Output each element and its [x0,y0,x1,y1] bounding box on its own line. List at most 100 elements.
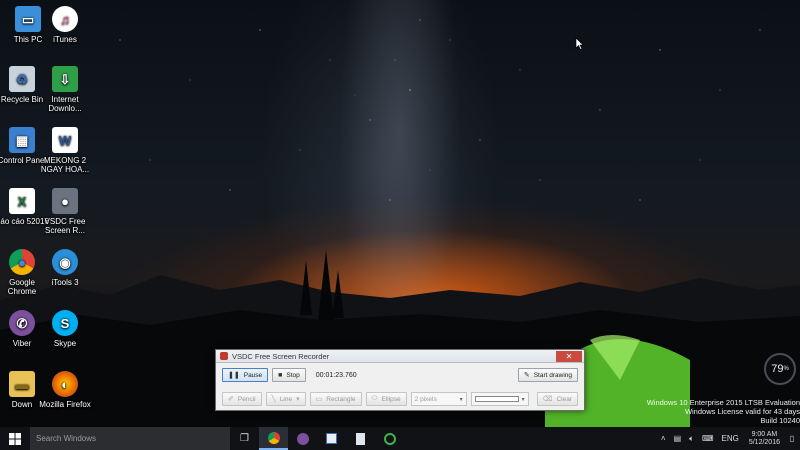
desktop-icon-label: MEKONG 2 NGAY HOA... [40,156,90,174]
chevron-up-icon[interactable]: ˄ [661,434,666,443]
desktop-icon-label: VSDC Free Screen R... [44,217,86,235]
mouse-cursor-icon [575,37,584,50]
line-icon: ╲ [271,396,276,403]
rectangle-icon: ▭ [315,396,323,403]
firefox-icon: ◐ [52,371,78,397]
chevron-down-icon: ▾ [296,396,300,403]
viber-icon: ✆ [9,310,35,336]
rectangle-label: Rectangle [326,395,356,403]
taskbar-vsdc[interactable] [317,427,346,450]
vsdc-title-bar[interactable]: VSDC Free Screen Recorder ✕ [216,350,584,363]
itools-icon: ◉ [52,249,78,275]
watermark-build: Build 10240 [760,416,800,425]
desktop-icon-label: iTools 3 [51,278,79,287]
color-select[interactable]: ▾ [470,392,529,406]
desktop-icon-mekong-document[interactable]: W MEKONG 2 NGAY HOA... [37,127,93,174]
vsdc-icon: ● [52,188,78,214]
keyboard-icon[interactable]: ⌨︎ [702,434,714,443]
task-view-icon: ❐ [240,433,249,444]
ellipse-icon: ⬭ [371,395,378,402]
pencil-label: Pencil [237,395,256,403]
vsdc-drawing-tools: ✐ Pencil ╲ Line ▾ ▭ Rectangle ⬭ Ellipse … [222,391,578,407]
system-tray: ˄ ▤ 🔈︎ ⌨︎ ENG 9:00 AM 5/12/2016 ▯ [657,427,800,450]
volume-icon[interactable]: 🔈︎ [689,434,694,444]
ellipse-button[interactable]: ⬭ Ellipse [365,392,407,406]
clock-date: 5/12/2016 [748,438,780,446]
itunes-icon: ♫ [52,6,78,32]
desktop-icon-vsdc[interactable]: ● VSDC Free Screen R... [37,188,93,235]
palette-icon: ✎ [523,372,530,379]
vsdc-recording-controls: ❚❚ Pause ■ Stop 00:01:23.760 ✎ Start dra… [222,367,578,383]
pause-button[interactable]: ❚❚ Pause [222,368,269,382]
stop-label: Stop [286,371,300,379]
vsdc-window-title: VSDC Free Screen Recorder [232,351,330,361]
chevron-down-icon: ▾ [459,396,463,403]
taskbar: Search Windows ❐ ˄ ▤ 🔈︎ ⌨︎ ENG 9:00 AM 5… [0,427,800,450]
chevron-down-icon: ▾ [521,396,525,403]
desktop-icon-label: Mozilla Firefox [39,400,91,409]
line-label: Line [279,395,293,403]
folder-icon: ▬ [9,371,35,397]
desktop-icon-itunes[interactable]: ♫ iTunes [37,6,93,44]
rectangle-button[interactable]: ▭ Rectangle [309,392,362,406]
language-indicator[interactable]: ENG [722,434,739,443]
taskbar-document[interactable] [346,427,375,450]
recording-timer: 00:01:23.760 [315,371,357,379]
notification-icon[interactable]: ▯ [784,434,800,443]
clear-button[interactable]: ⌫ Clear [536,392,578,406]
vsdc-icon [326,433,337,444]
close-button[interactable]: ✕ [556,350,582,362]
taskbar-recorder[interactable] [375,427,404,450]
search-placeholder: Search Windows [36,434,97,443]
clear-label: Clear [556,395,572,403]
pause-icon: ❚❚ [228,372,240,379]
search-input[interactable]: Search Windows [30,427,230,450]
desktop-icon-skype[interactable]: S Skype [37,310,93,348]
viber-icon [296,432,309,445]
windows-activation-watermark: Windows 10 Enterprise 2015 LTSB Evaluati… [640,398,800,425]
skype-icon: S [52,310,78,336]
desktop-icon-itools[interactable]: ◉ iTools 3 [37,249,93,287]
watermark-license: Windows License valid for 43 days [684,407,800,416]
document-icon [356,432,365,445]
line-width-select[interactable]: 2 pixels ▾ [410,392,467,406]
excel-document-icon: X [9,188,35,214]
desktop-icon-firefox[interactable]: ◐ Mozilla Firefox [37,371,93,409]
desktop-icon-label: Skype [53,339,77,348]
clock-time: 9:00 AM [751,430,778,438]
desktop-icon-internet-download-manager[interactable]: ⇩ Internet Downlo... [37,66,93,113]
eraser-icon: ⌫ [542,396,553,403]
line-width-value: 2 pixels [414,395,437,403]
windows-logo-icon [9,432,21,445]
control-panel-icon: ▦ [9,127,35,153]
ellipse-label: Ellipse [381,395,401,403]
performance-meter[interactable]: 79% [764,353,796,385]
start-button[interactable] [0,427,30,450]
stop-icon: ■ [278,371,283,379]
color-swatch [474,396,519,402]
line-button[interactable]: ╲ Line ▾ [265,392,306,406]
vsdc-app-icon [220,352,228,360]
recorder-icon [383,432,396,445]
desktop-icon-label: iTunes [53,35,77,44]
task-view-button[interactable]: ❐ [230,427,259,450]
start-drawing-label: Start drawing [533,371,572,379]
taskbar-chrome[interactable] [259,427,288,450]
chrome-icon [267,431,280,444]
stop-button[interactable]: ■ Stop [272,368,306,382]
pencil-button[interactable]: ✐ Pencil [222,392,262,406]
meter-value: 79 [771,363,784,375]
watermark-edition: Windows 10 Enterprise 2015 LTSB Evaluati… [646,398,800,407]
vsdc-recorder-window: VSDC Free Screen Recorder ✕ ❚❚ Pause ■ S… [215,349,585,411]
taskbar-viber[interactable] [288,427,317,450]
start-drawing-button[interactable]: ✎ Start drawing [517,368,578,382]
desktop-icon-label: Internet Downlo... [48,95,82,113]
meter-unit: % [783,366,789,372]
word-document-icon: W [52,127,78,153]
recycle-bin-icon: ♻ [9,66,35,92]
chrome-icon: ● [9,249,35,275]
internet-download-manager-icon: ⇩ [52,66,78,92]
clock[interactable]: 9:00 AM 5/12/2016 [749,431,780,447]
pencil-icon: ✐ [228,396,234,403]
network-icon[interactable]: ▤ [674,434,682,443]
